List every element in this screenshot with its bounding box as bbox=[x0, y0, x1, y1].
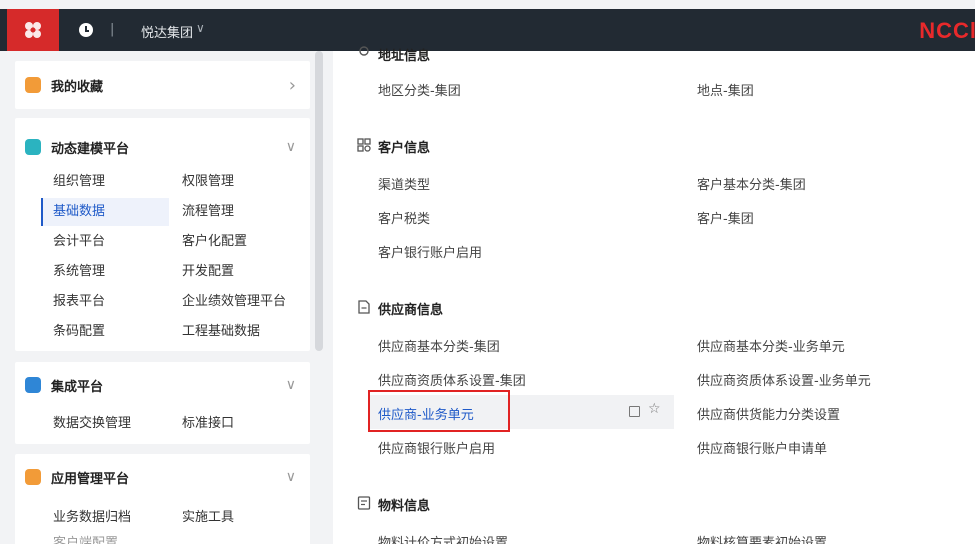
app-mgmt-platform-header[interactable]: 应用管理平台 ∨ bbox=[15, 454, 310, 500]
star-icon bbox=[25, 77, 41, 93]
cube-icon bbox=[25, 139, 41, 155]
link-location-group[interactable]: 地点-集团 bbox=[697, 80, 754, 99]
link-material-pricing-init[interactable]: 物料计价方式初始设置 bbox=[378, 532, 508, 544]
link-customer-group[interactable]: 客户-集团 bbox=[697, 208, 754, 227]
link-channel-type[interactable]: 渠道类型 bbox=[378, 174, 430, 193]
sidebar-item-process-mgmt[interactable]: 流程管理 bbox=[170, 198, 234, 226]
org-selector[interactable]: 悦达集团 bbox=[141, 22, 193, 41]
link-supplier-bank-account-enable[interactable]: 供应商银行账户启用 bbox=[378, 438, 495, 457]
highlight-annotation-box bbox=[368, 390, 510, 432]
sidebar: 我的收藏 › 动态建模平台 ∨ 组织管理 权限管理 基础数据 流程管理 会计平台… bbox=[0, 51, 320, 544]
supplier-section-title: 供应商信息 bbox=[378, 303, 444, 318]
integration-platform-card: 集成平台 ∨ 数据交换管理 标准接口 bbox=[15, 362, 310, 444]
integration-platform-header[interactable]: 集成平台 ∨ bbox=[15, 362, 310, 408]
link-customer-bank-account-enable[interactable]: 客户银行账户启用 bbox=[378, 242, 482, 261]
sidebar-item-report-platform[interactable]: 报表平台 bbox=[41, 288, 105, 316]
sidebar-item-implementation-tools[interactable]: 实施工具 bbox=[170, 504, 234, 532]
sidebar-item-data-archive[interactable]: 业务数据归档 bbox=[41, 504, 131, 532]
copy-icon[interactable] bbox=[629, 406, 640, 417]
chevron-right-icon[interactable]: › bbox=[289, 75, 296, 96]
top-navigation-bar: | 悦达集团 ∨ NCCl bbox=[0, 9, 975, 51]
favorites-card: 我的收藏 › bbox=[15, 61, 310, 109]
sidebar-item-accounting-platform[interactable]: 会计平台 bbox=[41, 228, 105, 256]
sidebar-item-org-mgmt[interactable]: 组织管理 bbox=[41, 168, 105, 196]
location-icon bbox=[359, 46, 369, 56]
sidebar-item-standard-interface[interactable]: 标准接口 bbox=[170, 410, 234, 438]
material-section-title: 物料信息 bbox=[378, 499, 431, 514]
app-mgmt-platform-card: 应用管理平台 ∨ 业务数据归档 实施工具 客户端配置 bbox=[15, 454, 310, 544]
sidebar-scrollbar[interactable] bbox=[315, 51, 323, 351]
main-content: 地址信息 地区分类-集团 地点-集团 客户信息 渠道类型 客户基本分类-集团 客… bbox=[333, 46, 975, 544]
chevron-down-icon[interactable]: ∨ bbox=[286, 469, 296, 485]
sidebar-item-data-exchange[interactable]: 数据交换管理 bbox=[41, 410, 131, 438]
link-region-category-group[interactable]: 地区分类-集团 bbox=[378, 80, 461, 99]
favorites-header[interactable]: 我的收藏 › bbox=[15, 61, 310, 109]
grid-icon bbox=[357, 138, 371, 152]
sidebar-item-permission-mgmt[interactable]: 权限管理 bbox=[170, 168, 234, 196]
modeling-platform-title: 动态建模平台 bbox=[51, 141, 130, 157]
favorite-star-icon[interactable]: ☆ bbox=[648, 401, 661, 417]
link-supplier-capacity-category[interactable]: 供应商供货能力分类设置 bbox=[697, 404, 840, 423]
folder-icon bbox=[25, 469, 41, 485]
sidebar-item-customization[interactable]: 客户化配置 bbox=[170, 228, 247, 256]
chevron-down-icon[interactable]: ∨ bbox=[286, 139, 296, 155]
sidebar-item-system-mgmt[interactable]: 系统管理 bbox=[41, 258, 105, 286]
list-doc-icon bbox=[357, 496, 371, 510]
app-menu-button[interactable] bbox=[7, 9, 59, 51]
chevron-down-icon[interactable]: ∨ bbox=[286, 377, 296, 393]
app-mgmt-platform-title: 应用管理平台 bbox=[51, 471, 130, 487]
link-customer-basic-category-group[interactable]: 客户基本分类-集团 bbox=[697, 174, 806, 193]
customer-section-title: 客户信息 bbox=[378, 141, 431, 156]
link-supplier-basic-category-group[interactable]: 供应商基本分类-集团 bbox=[378, 336, 500, 355]
flower-logo-icon bbox=[25, 22, 41, 38]
link-supplier-bank-account-application[interactable]: 供应商银行账户申请单 bbox=[697, 438, 827, 457]
link-customer-tax-class[interactable]: 客户税类 bbox=[378, 208, 430, 227]
document-icon bbox=[358, 300, 370, 314]
link-material-accounting-init[interactable]: 物料核算要素初始设置 bbox=[697, 532, 827, 544]
link-supplier-qualification-bu[interactable]: 供应商资质体系设置-业务单元 bbox=[697, 370, 871, 389]
sidebar-item-basic-data[interactable]: 基础数据 bbox=[41, 198, 169, 226]
sidebar-item-client-config[interactable]: 客户端配置 bbox=[41, 530, 118, 544]
brand-logo: NCCl bbox=[919, 18, 975, 43]
clock-icon[interactable] bbox=[79, 23, 93, 37]
sidebar-item-dev-config[interactable]: 开发配置 bbox=[170, 258, 234, 286]
sidebar-item-performance-platform[interactable]: 企业绩效管理平台 bbox=[170, 288, 286, 316]
monitor-icon bbox=[25, 377, 41, 393]
region-section-title: 地址信息 bbox=[378, 49, 431, 64]
sidebar-item-engineering-data[interactable]: 工程基础数据 bbox=[170, 318, 260, 346]
modeling-platform-card: 动态建模平台 ∨ 组织管理 权限管理 基础数据 流程管理 会计平台 客户化配置 … bbox=[15, 118, 310, 351]
link-supplier-qualification-group[interactable]: 供应商资质体系设置-集团 bbox=[378, 370, 526, 389]
sidebar-item-barcode-config[interactable]: 条码配置 bbox=[41, 318, 105, 346]
chevron-down-icon[interactable]: ∨ bbox=[196, 21, 205, 35]
link-supplier-basic-category-bu[interactable]: 供应商基本分类-业务单元 bbox=[697, 336, 845, 355]
integration-platform-title: 集成平台 bbox=[51, 379, 104, 395]
favorites-title: 我的收藏 bbox=[51, 79, 104, 95]
divider: | bbox=[110, 22, 115, 37]
